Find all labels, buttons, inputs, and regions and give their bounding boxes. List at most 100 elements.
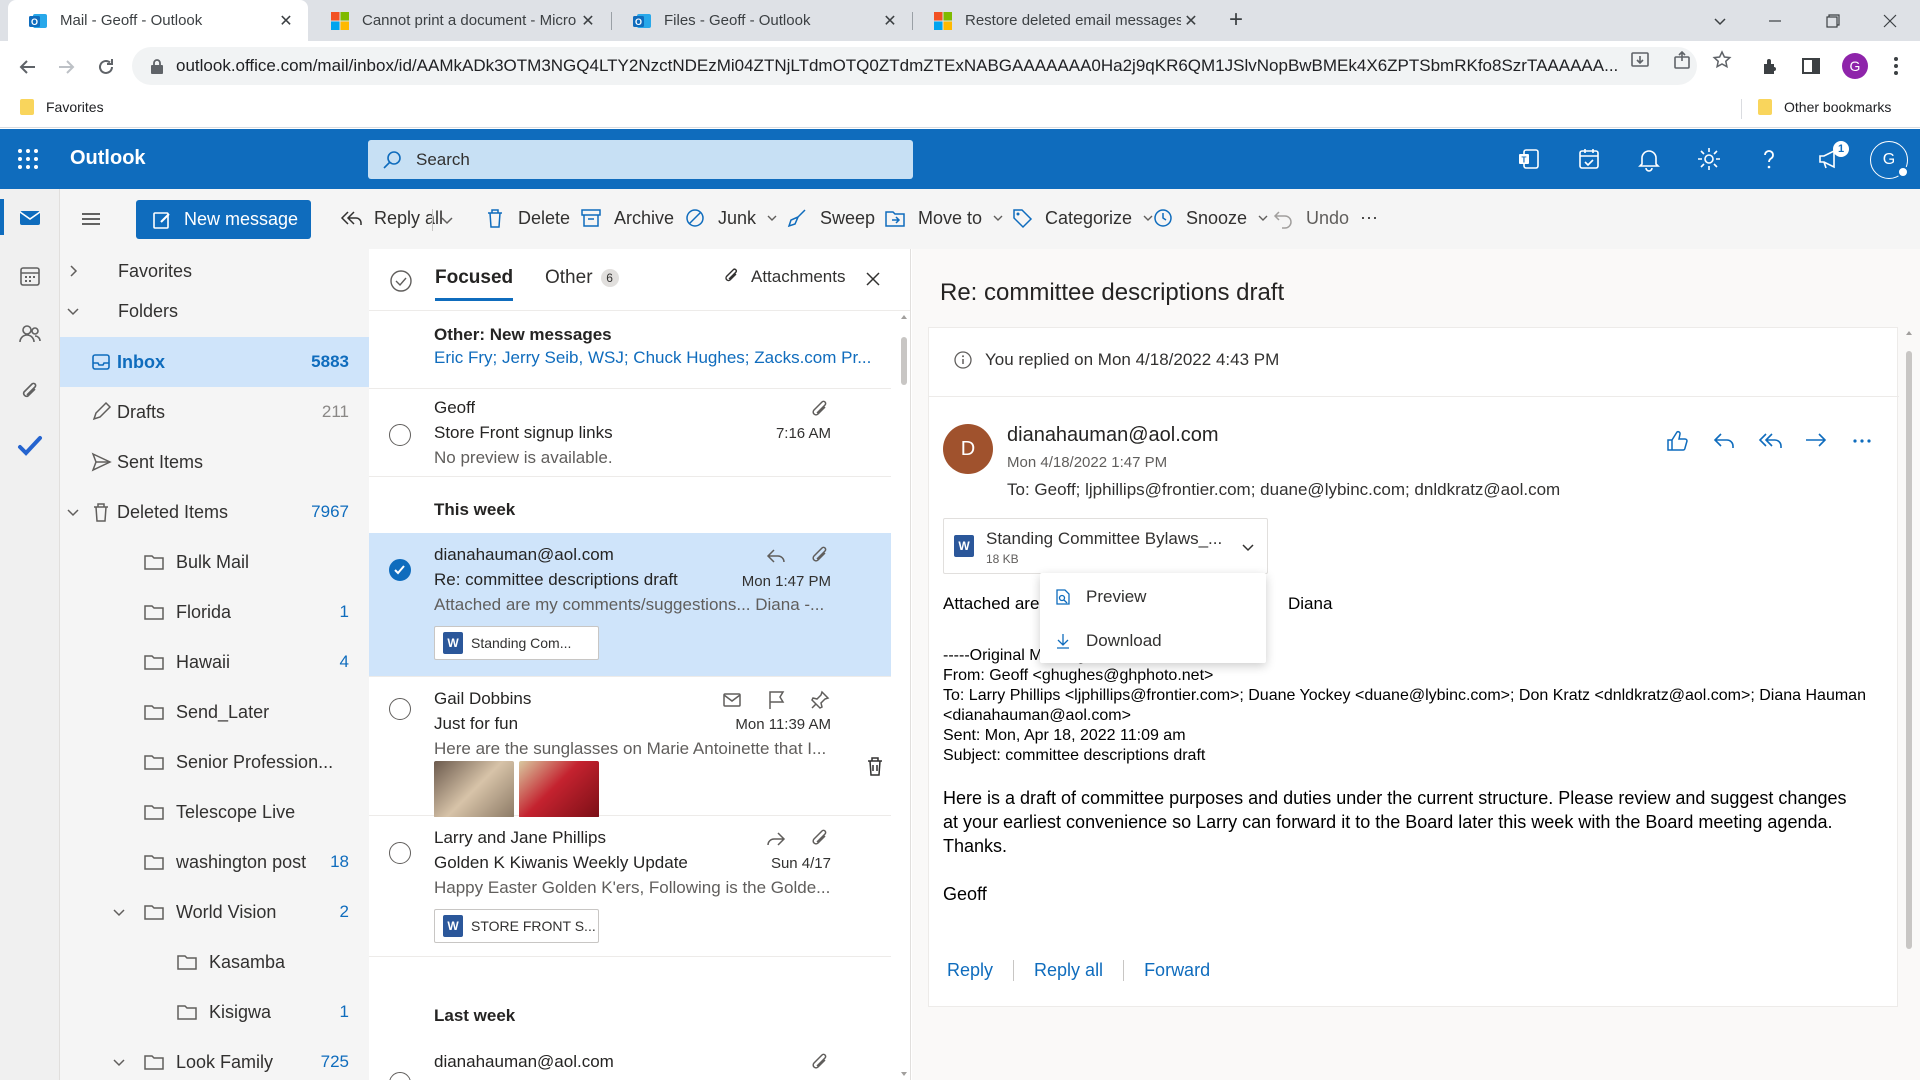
forward-button[interactable] <box>52 53 80 81</box>
back-button[interactable] <box>14 53 42 81</box>
reply-all-icon[interactable] <box>1757 428 1783 454</box>
message-item[interactable]: Gail Dobbins Just for fun Here are the s… <box>369 678 891 818</box>
more-icon[interactable] <box>1849 428 1875 454</box>
calendar-icon[interactable] <box>17 263 43 289</box>
app-launcher-icon[interactable] <box>16 147 40 171</box>
other-notice[interactable]: Other: New messages Eric Fry; Jerry Seib… <box>369 311 891 389</box>
attachment-icon[interactable] <box>17 379 43 405</box>
profile-avatar[interactable]: G <box>1842 53 1868 79</box>
message-item[interactable]: Larry and Jane Phillips Golden K Kiwanis… <box>369 817 891 957</box>
gear-icon[interactable] <box>1696 146 1722 172</box>
scroll-thumb[interactable] <box>901 337 907 385</box>
close-window-button[interactable] <box>1860 0 1920 41</box>
folder-world-vision[interactable]: World Vision 2 <box>60 887 369 937</box>
close-icon[interactable] <box>863 269 883 289</box>
kebab-menu-icon[interactable] <box>1885 55 1907 77</box>
bookmark-other[interactable]: Other bookmarks <box>1758 99 1891 115</box>
folder-kisigwa[interactable]: Kisigwa 1 <box>60 987 369 1037</box>
trash-icon[interactable] <box>864 755 886 777</box>
reply-all-button[interactable]: Reply all <box>340 207 443 229</box>
search-input[interactable]: Search <box>368 140 913 179</box>
share-icon[interactable] <box>1672 50 1692 70</box>
folder-washington-post[interactable]: washington post 18 <box>60 837 369 887</box>
junk-button[interactable]: Junk <box>684 207 778 229</box>
teams-icon[interactable]: T <box>1516 146 1542 172</box>
envelope-icon[interactable] <box>721 689 743 711</box>
delete-button[interactable]: Delete <box>484 207 570 229</box>
people-icon[interactable] <box>17 321 43 347</box>
calendar-check-icon[interactable] <box>1576 146 1602 172</box>
move-to-button[interactable]: Move to <box>884 207 1004 229</box>
new-message-button[interactable]: New message <box>136 200 311 239</box>
attachment-card[interactable]: W Standing Committee Bylaws_... 18 KB <box>943 518 1268 574</box>
folders-header[interactable]: Folders <box>60 286 369 336</box>
folder-florida[interactable]: Florida 1 <box>60 587 369 637</box>
message-item[interactable]: Geoff Store Front signup links No previe… <box>369 390 891 477</box>
folder-inbox[interactable]: Inbox 5883 <box>60 337 369 387</box>
chevron-down-icon[interactable] <box>1240 539 1256 555</box>
sweep-button[interactable]: Sweep <box>786 207 875 229</box>
minimize-button[interactable] <box>1745 0 1805 41</box>
select-radio[interactable] <box>389 698 411 720</box>
reply-all-link[interactable]: Reply all <box>1013 960 1123 981</box>
menu-item-preview[interactable]: Preview <box>1040 575 1266 619</box>
message-list-scrollbar[interactable] <box>898 311 910 1080</box>
pin-icon[interactable] <box>809 689 831 711</box>
install-app-icon[interactable] <box>1630 50 1650 70</box>
bookmark-favorites[interactable]: Favorites <box>20 99 104 115</box>
image-thumbnail[interactable] <box>434 761 514 818</box>
attachment-chip[interactable]: W Standing Com... <box>434 626 599 660</box>
browser-tab-restore[interactable]: Restore deleted email messages i ✕ <box>913 0 1213 41</box>
attachments-filter[interactable]: Attachments <box>721 267 846 287</box>
extensions-icon[interactable] <box>1760 55 1782 77</box>
forward-icon[interactable] <box>1803 428 1829 454</box>
folder-telescope-live[interactable]: Telescope Live <box>60 787 369 837</box>
select-radio[interactable] <box>389 1072 411 1080</box>
maximize-button[interactable] <box>1803 0 1863 41</box>
select-radio-checked[interactable] <box>389 559 411 581</box>
browser-tab-mail[interactable]: O Mail - Geoff - Outlook ✕ <box>8 0 308 41</box>
close-tab-icon[interactable]: ✕ <box>1181 11 1201 31</box>
image-thumbnail[interactable] <box>519 761 599 818</box>
bell-icon[interactable] <box>1636 146 1662 172</box>
select-radio[interactable] <box>389 424 411 446</box>
select-all-icon[interactable] <box>389 269 413 293</box>
more-actions-button[interactable]: ··· <box>1360 207 1378 228</box>
tab-other[interactable]: Other 6 <box>545 267 619 289</box>
select-radio[interactable] <box>389 842 411 864</box>
address-bar[interactable]: outlook.office.com/mail/inbox/id/AAMkADk… <box>132 47 1697 85</box>
folder-deleted-items[interactable]: Deleted Items 7967 <box>60 487 369 537</box>
browser-tab-print[interactable]: Cannot print a document - Micro ✕ <box>310 0 610 41</box>
scroll-thumb[interactable] <box>1906 351 1912 949</box>
close-tab-icon[interactable]: ✕ <box>276 11 296 31</box>
reading-pane-scrollbar[interactable] <box>1905 331 1913 949</box>
side-panel-icon[interactable] <box>1800 55 1822 77</box>
folder-send-later[interactable]: Send_Later <box>60 687 369 737</box>
folder-hawaii[interactable]: Hawaii 4 <box>60 637 369 687</box>
folder-bulk-mail[interactable]: Bulk Mail <box>60 537 369 587</box>
folder-senior-profession[interactable]: Senior Profession... <box>60 737 369 787</box>
chevron-down-icon[interactable] <box>440 214 454 228</box>
folder-kasamba[interactable]: Kasamba <box>60 937 369 987</box>
message-item-selected[interactable]: dianahauman@aol.com Re: committee descri… <box>369 533 891 677</box>
folder-look-family[interactable]: Look Family 725 <box>60 1037 369 1080</box>
app-title[interactable]: Outlook <box>70 147 146 170</box>
categorize-button[interactable]: Categorize <box>1011 207 1154 229</box>
reply-icon[interactable] <box>1711 428 1737 454</box>
like-icon[interactable] <box>1665 428 1691 454</box>
bookmark-star-icon[interactable] <box>1712 50 1732 70</box>
hamburger-menu-icon[interactable] <box>80 209 102 229</box>
sender-avatar[interactable]: D <box>943 424 993 474</box>
tab-focused[interactable]: Focused <box>435 267 514 301</box>
archive-button[interactable]: Archive <box>580 207 674 229</box>
message-item[interactable]: dianahauman@aol.com <box>369 1039 891 1080</box>
snooze-button[interactable]: Snooze <box>1152 207 1269 229</box>
attachment-chip[interactable]: W STORE FRONT S... <box>434 909 599 943</box>
folder-sent-items[interactable]: Sent Items <box>60 437 369 487</box>
reload-button[interactable] <box>92 53 120 81</box>
sender-address[interactable]: dianahauman@aol.com <box>1007 424 1219 447</box>
todo-icon[interactable] <box>17 433 43 459</box>
tab-search-button[interactable] <box>1690 0 1750 41</box>
account-avatar[interactable]: G <box>1870 141 1909 179</box>
folder-drafts[interactable]: Drafts 211 <box>60 387 369 437</box>
